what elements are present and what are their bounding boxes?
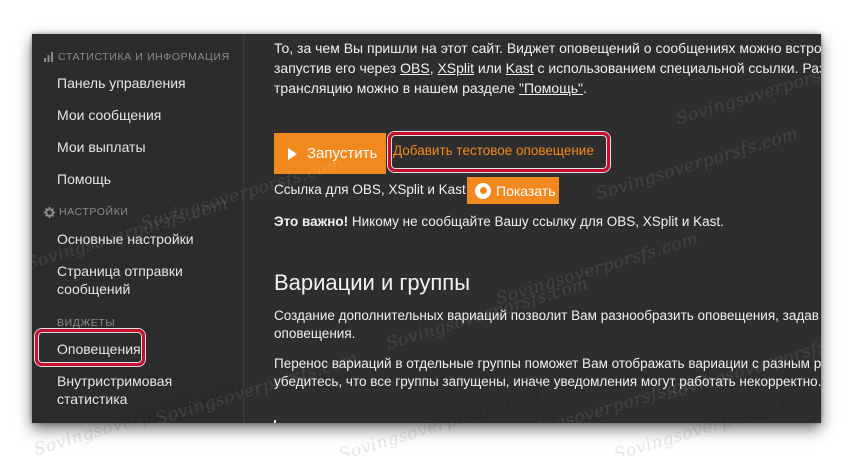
gear-icon <box>44 206 55 218</box>
play-icon <box>288 147 297 160</box>
sidebar-item-my-payouts[interactable]: Мои выплаты <box>57 138 237 156</box>
intro-text: трансляцию можно в нашем разделе <box>274 80 519 96</box>
link-label: Ссылка для OBS, XSplit и Kast: <box>274 182 470 197</box>
variations-p2-line1: Перенос вариаций в отдельные группы помо… <box>274 356 821 371</box>
sidebar-item-my-messages[interactable]: Мои сообщения <box>57 106 237 124</box>
variations-p1-line2: оповещения. <box>274 326 356 341</box>
show-button-label: Показать <box>496 182 556 199</box>
section-title: СТАТИСТИКА И ИНФОРМАЦИЯ <box>58 51 230 63</box>
help-link[interactable]: "Помощь" <box>519 80 583 96</box>
intro-text: . <box>582 80 587 96</box>
text-cursor <box>274 420 276 423</box>
launch-button-label: Запустить <box>307 145 378 162</box>
main-content: То, за чем Вы пришли на этот сайт. Видже… <box>245 34 821 423</box>
sidebar-item-help[interactable]: Помощь <box>57 170 237 188</box>
section-header-settings: НАСТРОЙКИ <box>44 205 129 219</box>
important-text: Никому не сообщайте Вашу ссылку для OBS,… <box>348 214 724 229</box>
intro-text: запустив его через <box>274 60 401 76</box>
variations-p1-line1: Создание дополнительных вариаций позволи… <box>274 308 819 323</box>
kast-link[interactable]: Kast <box>506 60 534 76</box>
variations-p2-line2: убедитесь, что все группы запущены, инач… <box>274 374 821 389</box>
sidebar-item-basic-settings[interactable]: Основные настройки <box>57 230 237 248</box>
app-window: СТАТИСТИКА И ИНФОРМАЦИЯ Панель управлени… <box>32 34 821 423</box>
sidebar-item-alerts[interactable]: Оповещения <box>57 340 237 358</box>
intro-text: с использованием специальной ссылки. Раз… <box>533 60 821 76</box>
eye-icon <box>475 182 491 199</box>
section-title: НАСТРОЙКИ <box>59 206 129 218</box>
bar-chart-icon <box>44 52 53 62</box>
launch-button[interactable]: Запустить <box>274 133 386 174</box>
intro-line-2: запустив его через OBS, XSplit или Kast … <box>274 58 821 78</box>
intro-line-1: То, за чем Вы пришли на этот сайт. Видже… <box>274 40 821 56</box>
sidebar-item-donation-page[interactable]: Страница отправки сообщений <box>57 262 237 298</box>
section-title: ВИДЖЕТЫ <box>57 317 116 329</box>
sidebar-item-stream-stats[interactable]: Внутристримовая статистика <box>57 372 207 408</box>
intro-text: или <box>474 60 506 76</box>
add-test-alert-button[interactable]: Добавить тестовое оповещение <box>393 143 594 158</box>
obs-link[interactable]: OBS <box>400 60 430 76</box>
intro-line-3: трансляцию можно в нашем разделе "Помощь… <box>274 78 587 98</box>
show-link-button[interactable]: Показать <box>467 177 559 204</box>
section-header-widgets: ВИДЖЕТЫ <box>57 316 115 330</box>
section-header-statistics: СТАТИСТИКА И ИНФОРМАЦИЯ <box>44 50 230 64</box>
variations-heading: Вариации и группы <box>274 270 471 295</box>
important-note: Это важно! Никому не сообщайте Вашу ссыл… <box>274 212 724 232</box>
xsplit-link[interactable]: XSplit <box>437 60 474 76</box>
sidebar-item-dashboard[interactable]: Панель управления <box>57 74 237 92</box>
sidebar: СТАТИСТИКА И ИНФОРМАЦИЯ Панель управлени… <box>32 34 244 423</box>
important-label: Это важно! <box>274 214 349 229</box>
